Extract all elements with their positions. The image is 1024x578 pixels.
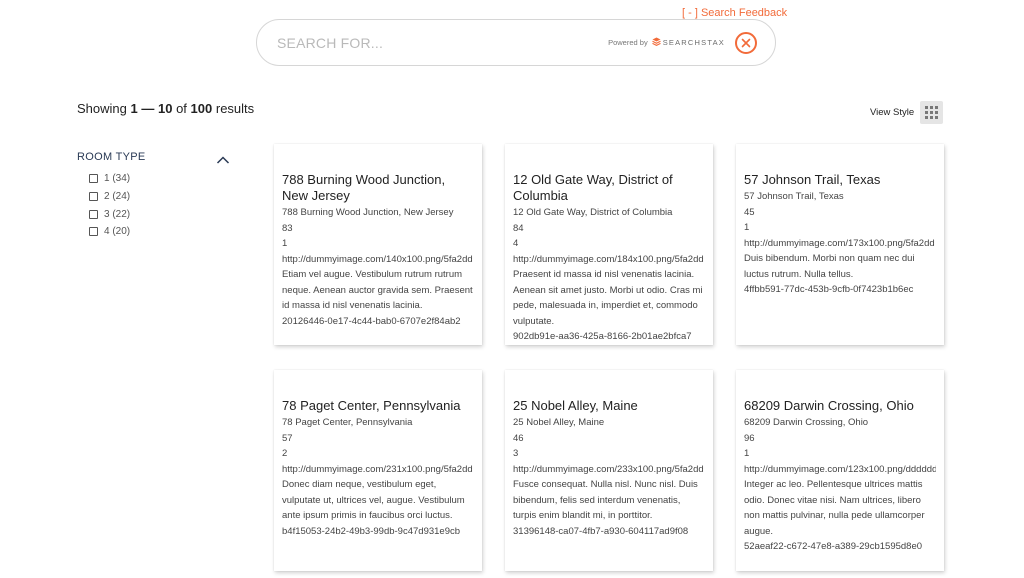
result-title[interactable]: 57 Johnson Trail, Texas — [744, 172, 936, 188]
result-image-url: http://dummyimage.com/231x100.png/5fa2dd — [282, 463, 473, 475]
result-address: 57 Johnson Trail, Texas — [744, 191, 844, 202]
facet-title-room-type: ROOM TYPE — [77, 151, 146, 163]
result-card[interactable]: 78 Paget Center, Pennsylvania 78 Paget C… — [274, 370, 482, 571]
chevron-up-icon — [216, 156, 230, 164]
result-image-url: http://dummyimage.com/173x100.png/5fa2dd — [744, 237, 935, 249]
result-card[interactable]: 57 Johnson Trail, Texas 57 Johnson Trail… — [736, 144, 944, 345]
view-style-label: View Style — [870, 107, 915, 118]
result-title[interactable]: 78 Paget Center, Pennsylvania — [282, 398, 474, 414]
result-rooms: 4 — [513, 238, 519, 249]
search-bar: Powered by SEARCHSTAX — [256, 19, 776, 66]
result-title[interactable]: 68209 Darwin Crossing, Ohio — [744, 398, 936, 414]
result-description: Etiam vel augue. Vestibulum rutrum rutru… — [282, 269, 473, 311]
result-price: 46 — [513, 432, 524, 444]
searchstax-logo: SEARCHSTAX — [651, 37, 725, 47]
facet-checkbox[interactable] — [89, 209, 98, 219]
result-price: 84 — [513, 222, 524, 234]
result-id: 31396148-ca07-4fb7-a930-604117ad9f08 — [513, 525, 689, 537]
result-price: 57 — [282, 432, 293, 444]
result-id: 20126446-0e17-4c44-bab0-6707e2f84ab2 — [282, 315, 461, 327]
result-rooms: 1 — [744, 222, 750, 233]
result-description: Donec diam neque, vestibulum eget, vulpu… — [282, 479, 465, 521]
searchstax-icon — [651, 37, 661, 47]
result-id: 52aeaf22-c672-47e8-a389-29cb1595d8e0 — [744, 541, 923, 552]
result-title[interactable]: 788 Burning Wood Junction, New Jersey — [282, 172, 474, 204]
result-description: Praesent id massa id nisl venenatis laci… — [513, 269, 703, 327]
result-address: 68209 Darwin Crossing, Ohio — [744, 417, 869, 428]
search-feedback-link[interactable]: [ - ] Search Feedback — [682, 7, 787, 19]
facet-collapse-toggle[interactable] — [216, 152, 230, 164]
result-price: 83 — [282, 222, 293, 234]
result-address: 25 Nobel Alley, Maine — [513, 417, 605, 428]
clear-search-button[interactable] — [735, 32, 757, 54]
result-id: 4ffbb591-77dc-453b-9cfb-0f7423b1b6ec — [744, 284, 914, 295]
result-id: b4f15053-24b2-49b3-99db-9c47d931e9cb — [282, 525, 461, 537]
result-price: 96 — [744, 432, 755, 444]
summary-dash: — — [141, 101, 155, 116]
facet-option-label: 2 — [104, 191, 110, 203]
result-card[interactable]: 68209 Darwin Crossing, Ohio 68209 Darwin… — [736, 370, 944, 571]
facet-option-label: 1 — [104, 173, 110, 185]
result-card[interactable]: 25 Nobel Alley, Maine 25 Nobel Alley, Ma… — [505, 370, 713, 571]
powered-by: Powered by SEARCHSTAX — [608, 37, 725, 47]
summary-prefix: Showing — [77, 101, 127, 116]
grid-view-button[interactable] — [920, 101, 943, 124]
result-id: 902db91e-aa36-425a-8166-2b01ae2bfca7 — [513, 331, 692, 342]
facet-checkbox[interactable] — [89, 174, 98, 184]
result-title[interactable]: 12 Old Gate Way, District of Columbia — [513, 172, 705, 204]
facet-option-count: (22) — [112, 208, 131, 220]
summary-suffix: results — [215, 101, 255, 116]
facet-option-count: (24) — [112, 191, 131, 203]
summary-of: of — [176, 101, 187, 116]
result-rooms: 1 — [744, 448, 750, 459]
result-image-url: http://dummyimage.com/233x100.png/5fa2dd — [513, 463, 704, 475]
result-address: 12 Old Gate Way, District of Columbia — [513, 207, 673, 218]
result-rooms: 3 — [513, 448, 519, 459]
facet-option-4[interactable]: 4 (20) — [89, 223, 130, 241]
results-summary: Showing 1 — 10 of 100 results — [77, 101, 254, 116]
facet-option-2[interactable]: 2 (24) — [89, 188, 130, 206]
result-image-url: http://dummyimage.com/184x100.png/5fa2dd — [513, 253, 704, 265]
powered-by-label: Powered by — [608, 37, 648, 47]
facet-list: 1 (34) 2 (24) 3 (22) 4 (20) — [89, 170, 130, 241]
facet-option-count: (34) — [112, 173, 131, 185]
result-card[interactable]: 12 Old Gate Way, District of Columbia 12… — [505, 144, 713, 345]
result-address: 78 Paget Center, Pennsylvania — [282, 417, 413, 428]
facet-option-label: 4 — [104, 226, 110, 238]
result-image-url: http://dummyimage.com/140x100.png/5fa2dd — [282, 253, 473, 265]
search-input[interactable] — [277, 33, 577, 53]
result-description: Duis bibendum. Morbi non quam nec dui lu… — [744, 253, 915, 280]
summary-total: 100 — [190, 101, 213, 116]
result-image-url: http://dummyimage.com/123x100.png/dddddd — [744, 463, 936, 475]
facet-checkbox[interactable] — [89, 192, 98, 202]
facet-option-count: (20) — [112, 226, 131, 238]
facet-option-label: 3 — [104, 208, 110, 220]
result-title[interactable]: 25 Nobel Alley, Maine — [513, 398, 705, 414]
result-rooms: 1 — [282, 238, 288, 249]
result-description: Fusce consequat. Nulla nisl. Nunc nisl. … — [513, 479, 698, 521]
searchstax-brand-text: SEARCHSTAX — [662, 37, 725, 47]
facet-option-1[interactable]: 1 (34) — [89, 170, 130, 188]
result-description: Integer ac leo. Pellentesque ultrices ma… — [744, 479, 925, 537]
summary-end: 10 — [157, 101, 173, 116]
result-card[interactable]: 788 Burning Wood Junction, New Jersey 78… — [274, 144, 482, 345]
summary-start: 1 — [130, 101, 138, 116]
facet-checkbox[interactable] — [89, 227, 98, 237]
result-rooms: 2 — [282, 448, 288, 459]
close-icon — [741, 38, 751, 48]
result-address: 788 Burning Wood Junction, New Jersey — [282, 207, 454, 218]
result-price: 45 — [744, 206, 755, 218]
facet-option-3[interactable]: 3 (22) — [89, 205, 130, 223]
